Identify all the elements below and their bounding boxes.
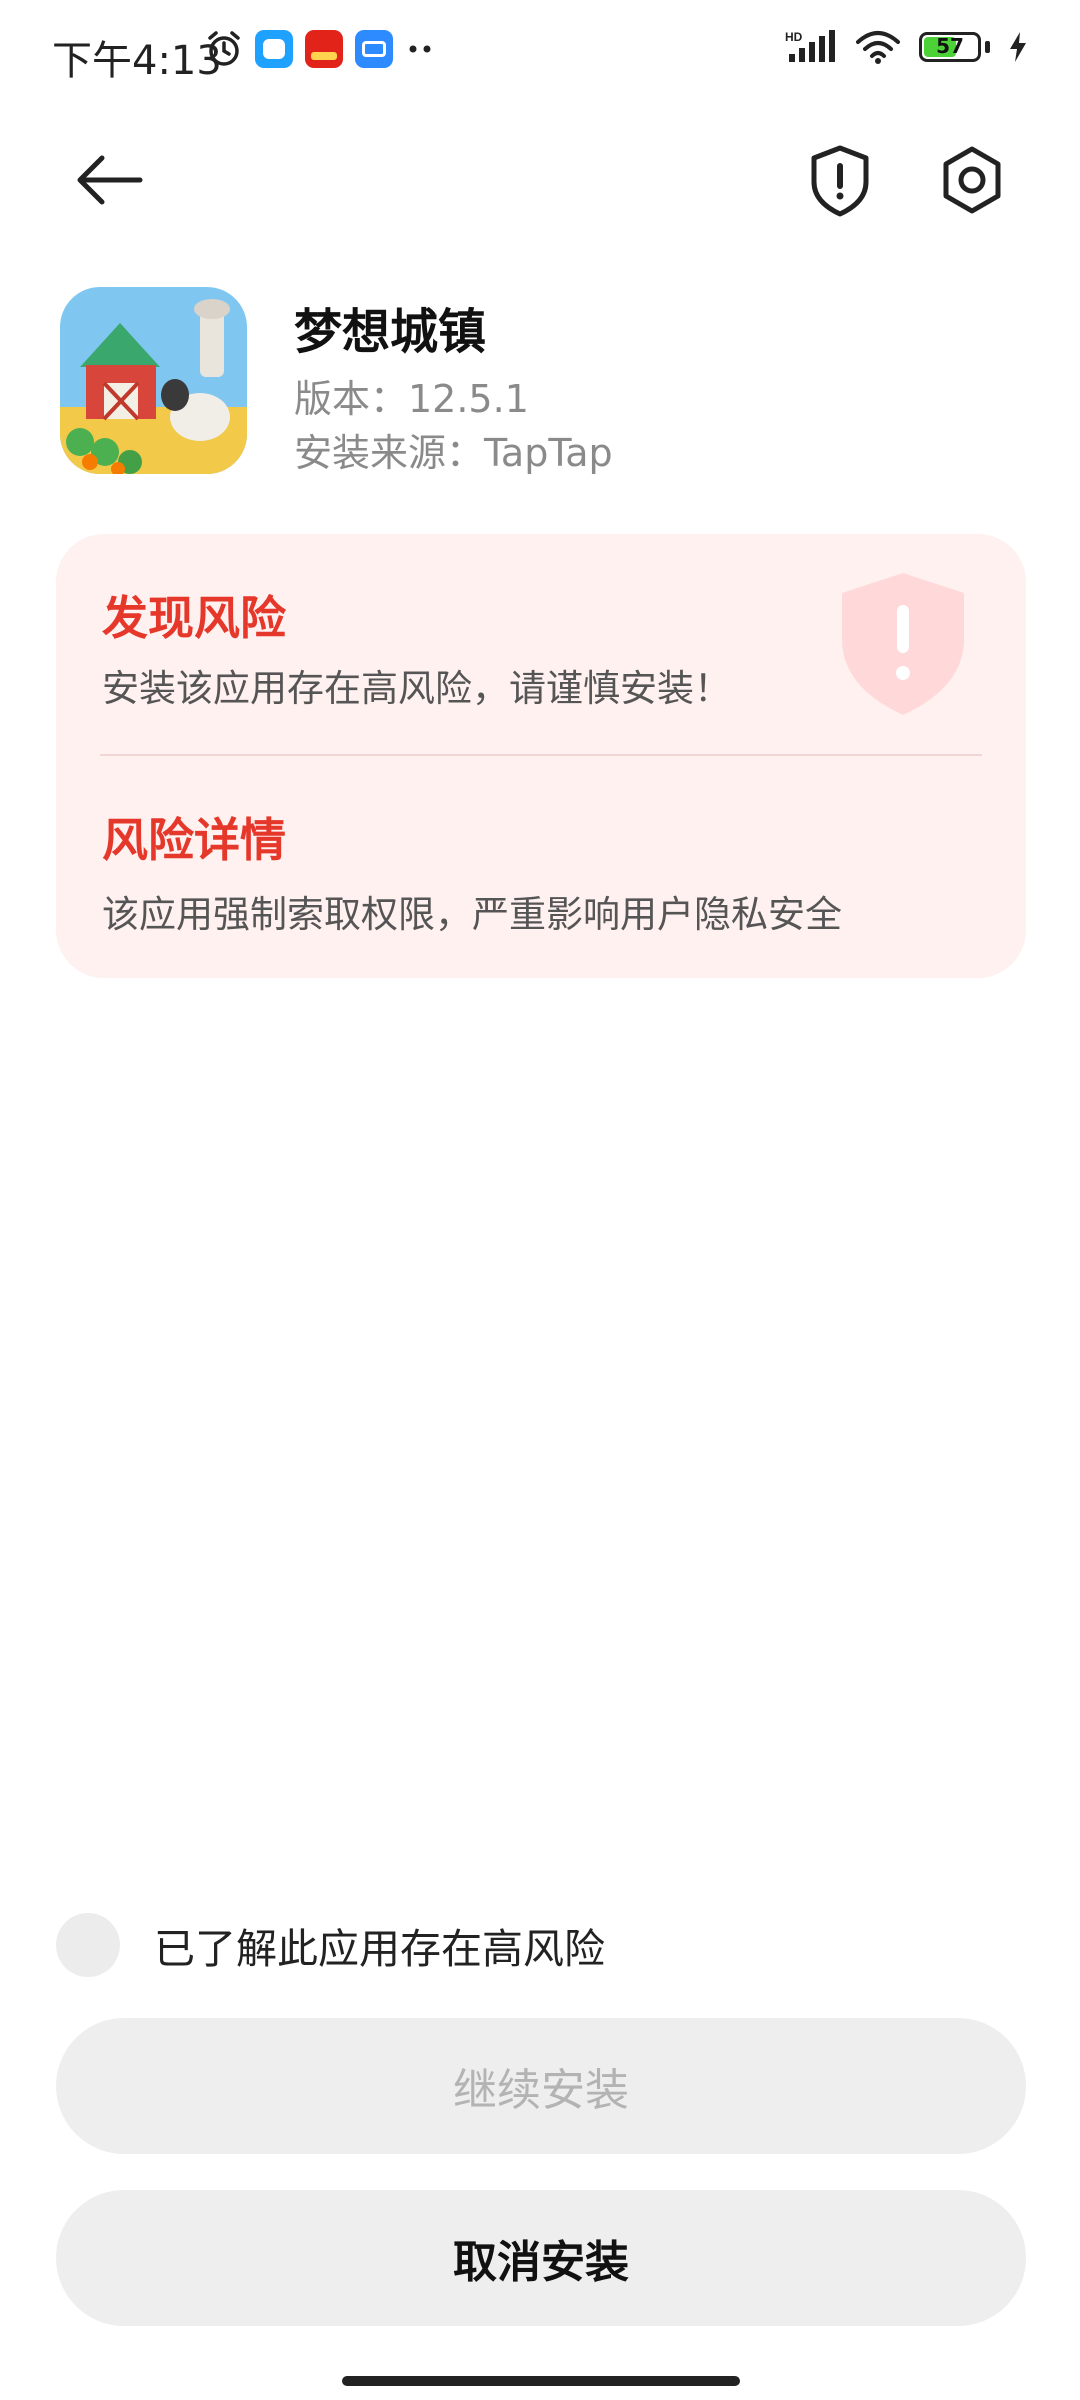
shield-warning-icon	[842, 573, 964, 715]
gear-icon	[943, 146, 1001, 214]
risk-detail-title: 风险详情	[102, 813, 286, 867]
risk-card: 发现风险 安装该应用存在高风险，请谨慎安装！ 风险详情 该应用强制索取权限，严重…	[56, 534, 1026, 978]
messages-app-icon	[255, 30, 293, 68]
alarm-icon	[208, 31, 240, 66]
app-install-source: 安装来源：TapTap	[294, 431, 613, 475]
continue-install-button[interactable]: 继续安装	[56, 2018, 1026, 2154]
risk-description: 安装该应用存在高风险，请谨慎安装！	[102, 667, 731, 710]
app-version: 版本：12.5.1	[294, 377, 529, 421]
arrow-left-icon	[77, 155, 143, 205]
risk-title: 发现风险	[102, 591, 286, 645]
cancel-install-button[interactable]: 取消安装	[56, 2190, 1026, 2326]
status-bar: 下午4:13 HD 57	[0, 0, 1080, 110]
battery-level: 57	[936, 34, 964, 58]
acknowledge-row[interactable]: 已了解此应用存在高风险	[56, 1910, 605, 1980]
settings-button[interactable]	[932, 140, 1012, 220]
charging-icon	[1010, 32, 1026, 62]
farm-app-icon	[60, 287, 247, 474]
more-dots-icon	[409, 45, 431, 53]
divider	[100, 754, 982, 756]
system-status-icons: HD 57	[785, 30, 1028, 64]
shield-exclamation-icon	[811, 145, 869, 217]
acknowledge-checkbox[interactable]	[56, 1913, 120, 1977]
notification-icons	[205, 30, 435, 68]
home-indicator[interactable]	[342, 2376, 740, 2386]
app-name: 梦想城镇	[294, 304, 487, 360]
wallet-app-icon	[355, 30, 393, 68]
back-button[interactable]	[70, 140, 150, 220]
network-type-label: HD	[785, 30, 803, 44]
status-time: 下午4:13	[52, 38, 222, 84]
qidian-app-icon	[305, 30, 343, 68]
top-bar	[0, 120, 1080, 230]
battery-cap	[985, 41, 990, 53]
acknowledge-label: 已了解此应用存在高风险	[154, 1925, 605, 1973]
risk-detail-description: 该应用强制索取权限，严重影响用户隐私安全	[102, 893, 842, 936]
signal-icon: HD	[785, 30, 835, 62]
wifi-icon	[856, 31, 900, 64]
app-icon	[60, 287, 247, 474]
security-button[interactable]	[800, 140, 880, 220]
battery-icon: 57	[919, 32, 981, 62]
